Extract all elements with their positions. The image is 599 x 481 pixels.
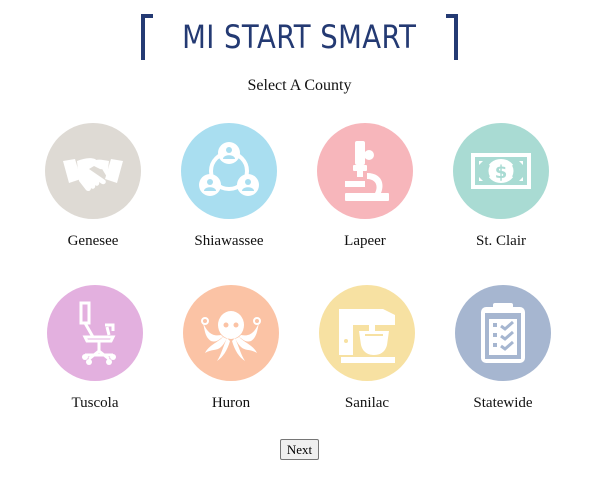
office-chair-icon: [79, 301, 116, 365]
county-label: St. Clair: [475, 233, 526, 249]
county-label: Statewide: [473, 395, 533, 411]
county-circle[interactable]: [45, 123, 141, 219]
county-circle[interactable]: [181, 123, 277, 219]
svg-text:$: $: [495, 162, 508, 183]
county-option-lapeer[interactable]: Lapeer: [297, 123, 433, 250]
county-circle[interactable]: [317, 123, 413, 219]
microscope-icon: [345, 141, 389, 201]
county-option-tuscola[interactable]: Tuscola: [27, 285, 163, 412]
next-button-container: Next: [0, 439, 599, 460]
county-option-st-clair[interactable]: $ St. Clair: [433, 123, 569, 250]
county-option-huron[interactable]: Huron: [163, 285, 299, 412]
county-option-sanilac[interactable]: Sanilac: [299, 285, 435, 412]
county-label: Lapeer: [344, 233, 386, 249]
octopus-icon: [201, 311, 261, 361]
county-option-statewide[interactable]: Statewide: [435, 285, 571, 412]
next-button[interactable]: Next: [279, 439, 320, 460]
logo-right-bracket: [445, 14, 458, 60]
brand-logo: MI START SMART: [0, 12, 599, 62]
clipboard-checklist-icon: [481, 303, 525, 363]
county-option-genesee[interactable]: Genesee: [25, 123, 161, 250]
stand-mixer-icon: [339, 309, 395, 363]
county-label: Sanilac: [344, 395, 390, 411]
county-circle[interactable]: $: [453, 123, 549, 219]
handshake-icon: [63, 158, 123, 192]
county-circle[interactable]: [455, 285, 551, 381]
county-option-shiawassee[interactable]: Shiawassee: [161, 123, 297, 250]
county-label: Tuscola: [71, 395, 119, 411]
county-grid: Genesee Shiawassee Lapeer $ St. Clair Tu…: [24, 120, 574, 420]
county-label: Genesee: [67, 233, 119, 249]
county-circle[interactable]: [47, 285, 143, 381]
county-label: Huron: [211, 395, 251, 411]
page-subtitle: Select A County: [247, 77, 352, 94]
county-label: Shiawassee: [194, 233, 264, 249]
brand-name: MI START SMART: [182, 18, 417, 56]
people-network-icon: [199, 142, 259, 196]
logo-left-bracket: [141, 14, 154, 60]
county-circle[interactable]: [319, 285, 415, 381]
money-bill-icon: $: [471, 153, 531, 189]
county-circle[interactable]: [183, 285, 279, 381]
